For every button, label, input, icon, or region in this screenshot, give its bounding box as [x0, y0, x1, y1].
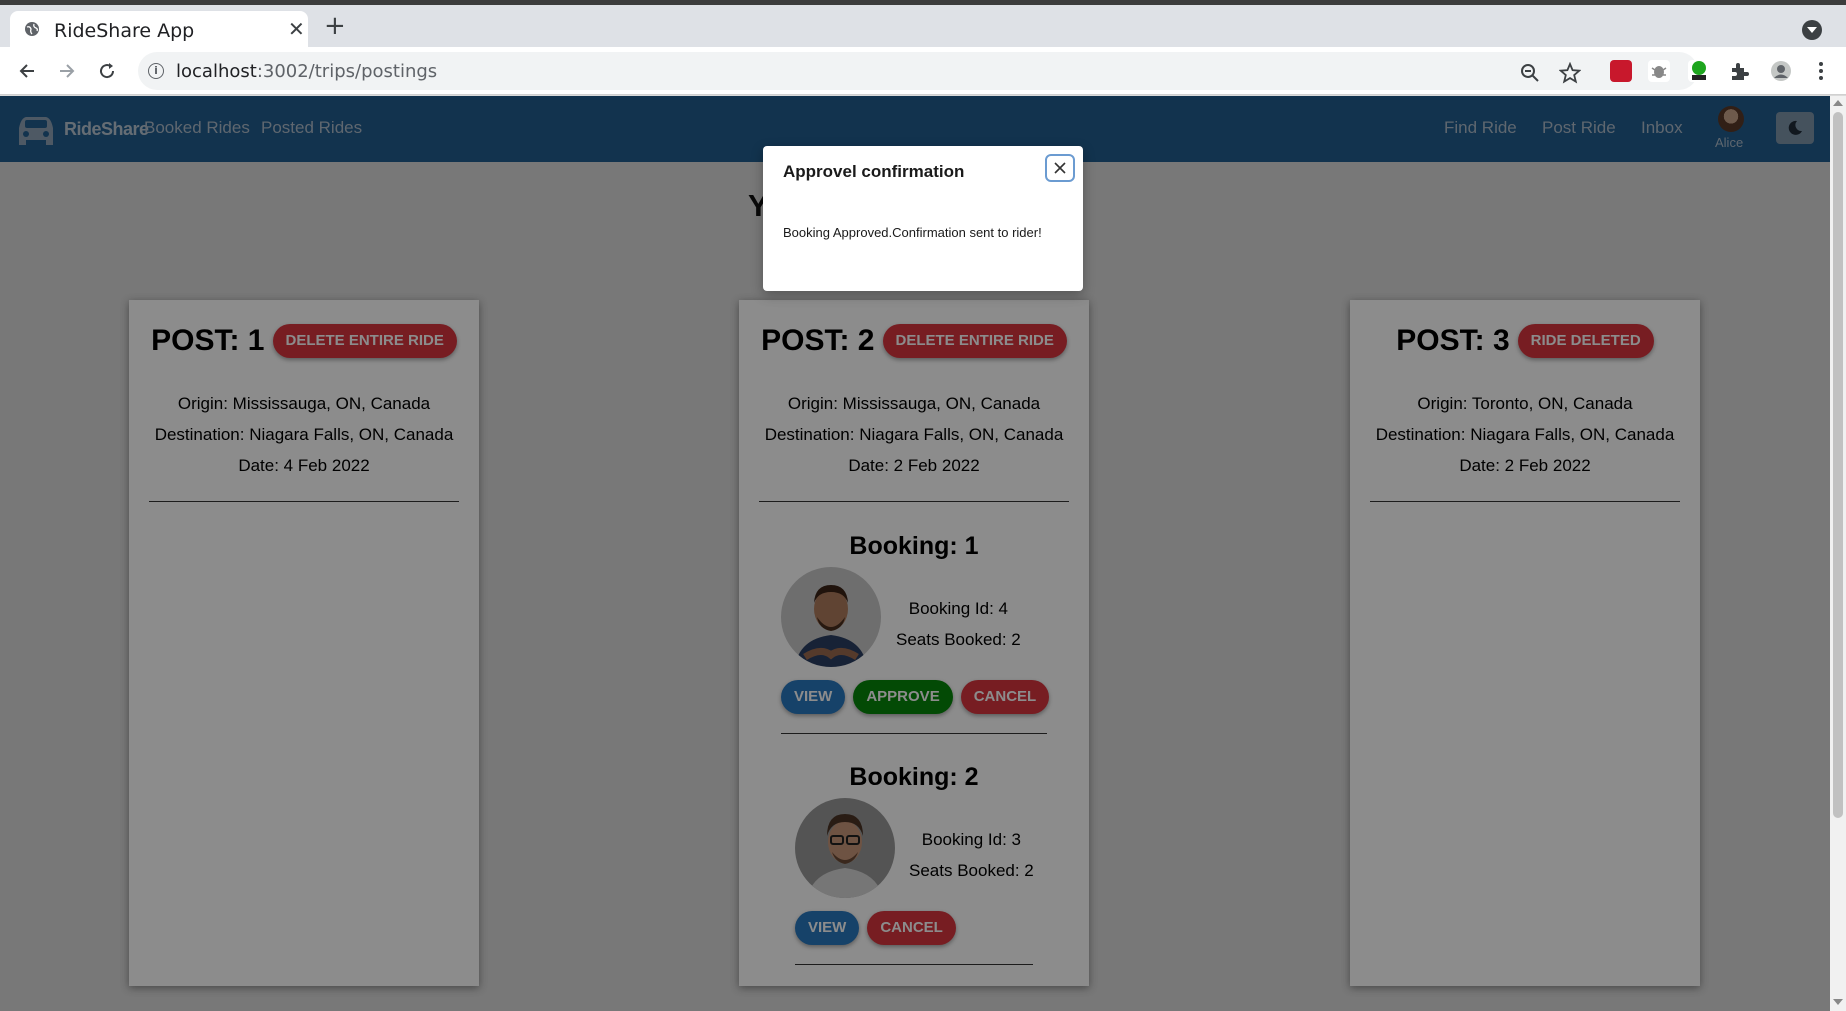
back-button[interactable]: [12, 56, 42, 86]
address-toolbar: i localhost:3002/trips/postings: [0, 47, 1846, 95]
forward-arrow-icon: [60, 64, 75, 78]
extension-tree-icon[interactable]: [1688, 60, 1710, 82]
page-scrollbar[interactable]: [1830, 96, 1846, 1011]
globe-icon: [25, 22, 39, 36]
address-bar[interactable]: i localhost:3002/trips/postings: [138, 52, 1698, 90]
scroll-down-arrow-icon[interactable]: [1833, 999, 1843, 1005]
extension-bug-icon[interactable]: [1648, 60, 1670, 82]
forward-button[interactable]: [52, 56, 82, 86]
modal-close-button[interactable]: [1045, 154, 1075, 182]
profile-icon[interactable]: [1770, 60, 1792, 82]
tab-title: RideShare App: [54, 20, 195, 42]
back-arrow-icon: [19, 64, 34, 78]
bookmark-star-icon[interactable]: [1558, 61, 1582, 85]
browser-menu-icon[interactable]: [1810, 60, 1832, 82]
tab-close-icon[interactable]: ✕: [288, 17, 305, 42]
approval-modal: Approvel confirmation Booking Approved.C…: [763, 146, 1083, 291]
tab-strip: RideShare App ✕ +: [0, 5, 1846, 47]
url-text: localhost:3002/trips/postings: [176, 61, 438, 82]
close-icon: [1054, 162, 1066, 174]
new-tab-button[interactable]: +: [324, 13, 346, 39]
browser-tab[interactable]: RideShare App ✕: [10, 11, 308, 47]
tab-search-icon[interactable]: [1802, 20, 1822, 40]
site-info-icon[interactable]: i: [148, 63, 164, 79]
modal-title: Approvel confirmation: [783, 162, 965, 181]
extensions-puzzle-icon[interactable]: [1728, 60, 1750, 82]
scroll-thumb[interactable]: [1833, 112, 1843, 818]
extension-red-icon[interactable]: [1610, 60, 1632, 82]
modal-message: Booking Approved.Confirmation sent to ri…: [783, 225, 1042, 240]
scroll-up-arrow-icon[interactable]: [1833, 100, 1843, 106]
reload-icon: [100, 63, 115, 79]
zoom-icon[interactable]: [1518, 61, 1542, 85]
reload-button[interactable]: [92, 56, 122, 86]
